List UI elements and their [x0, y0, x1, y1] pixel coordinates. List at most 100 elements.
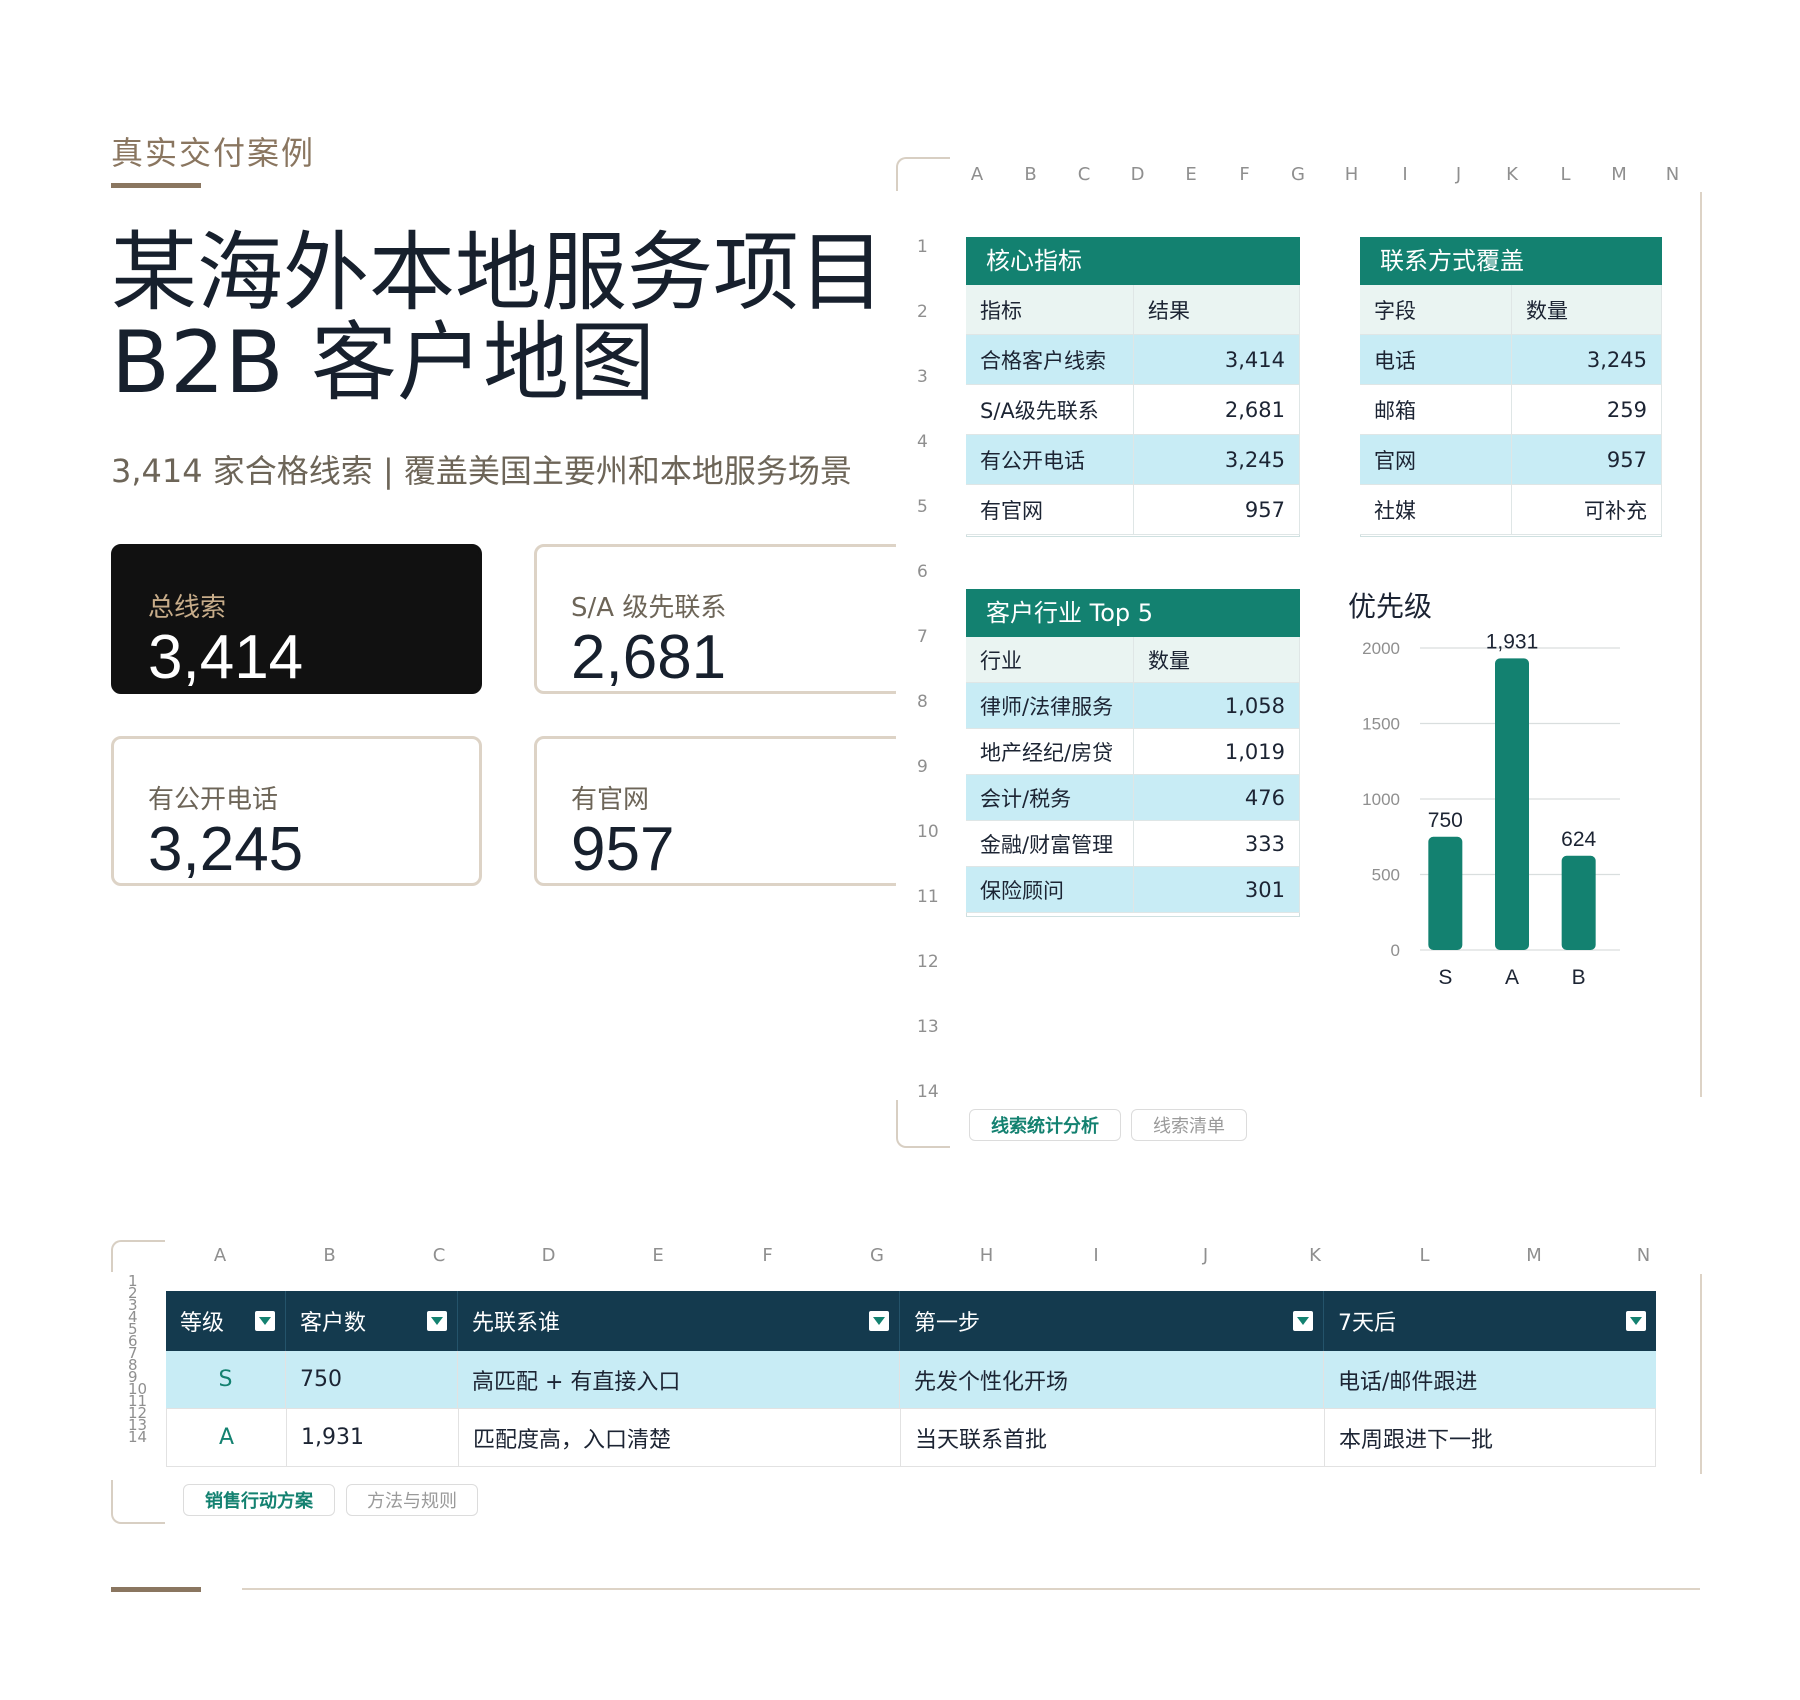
sheet1-frame-right-edge: [1700, 192, 1702, 1097]
row-label: 有公开电话: [966, 435, 1134, 484]
row-label: 会计/税务: [966, 775, 1134, 820]
priority-bar-chart: 2000 1500 1000 500 0 750 S 1,931 A 624 B: [1362, 630, 1620, 989]
contact-coverage-header-row: 字段 数量: [1360, 285, 1662, 335]
core-metrics-title: 核心指标: [966, 237, 1300, 285]
table-row: 电话 3,245: [1360, 335, 1662, 385]
table-row: A 1,931 匹配度高，入口清楚 当天联系首批 本周跟进下一批: [166, 1409, 1656, 1467]
table-row: S/A级先联系 2,681: [966, 385, 1300, 435]
core-metrics-header-row: 指标 结果: [966, 285, 1300, 335]
table-row: 保险顾问 301: [966, 867, 1300, 913]
row-label: 合格客户线索: [966, 335, 1134, 384]
row-number: 6: [917, 562, 928, 582]
column-letter: N: [1665, 164, 1680, 185]
sheet2-frame-bottom-corner: [111, 1480, 165, 1524]
filter-dropdown-icon[interactable]: [1293, 1311, 1313, 1331]
filter-dropdown-icon[interactable]: [427, 1311, 447, 1331]
row-number: 10: [917, 822, 939, 842]
row-number: 14: [917, 1082, 939, 1102]
cell-level: S: [166, 1351, 286, 1408]
row-value: 476: [1134, 775, 1300, 820]
cell-who-first: 匹配度高，入口清楚: [459, 1409, 901, 1466]
col-header-who-first: 先联系谁: [458, 1291, 900, 1351]
sheet-tab-lead-stats[interactable]: 线索统计分析: [969, 1109, 1121, 1141]
row-label: 电话: [1360, 335, 1512, 384]
row-label: 社媒: [1360, 485, 1512, 534]
row-value: 1,019: [1134, 729, 1300, 774]
column-letter: N: [1636, 1245, 1651, 1266]
y-tick-label: 1500: [1362, 715, 1400, 734]
header-label: 客户数: [300, 1311, 367, 1336]
cell-after-7-days: 电话/邮件跟进: [1338, 1369, 1478, 1395]
header-cell: 结果: [1134, 285, 1300, 334]
row-number: 13: [917, 1017, 939, 1037]
header-label: 等级: [180, 1311, 225, 1336]
row-label: 有官网: [966, 485, 1134, 534]
column-letter: C: [432, 1245, 446, 1266]
header-cell: 字段: [1360, 285, 1512, 334]
filter-dropdown-icon[interactable]: [255, 1311, 275, 1331]
row-number: 4: [917, 432, 928, 452]
bar-value-label: 1,931: [1486, 630, 1539, 653]
row-value: 3,414: [1134, 335, 1300, 384]
column-letter: I: [1402, 164, 1408, 185]
sheet-tab-method-rules[interactable]: 方法与规则: [346, 1484, 478, 1516]
column-letter: D: [1130, 164, 1145, 185]
filter-dropdown-icon[interactable]: [869, 1311, 889, 1331]
sheet2-column-headers: A B C D E F G H I J K L M N: [0, 1245, 1800, 1269]
cell-after-7-days: 本周跟进下一批: [1339, 1427, 1494, 1453]
column-letter: G: [1291, 164, 1305, 185]
column-letter: M: [1526, 1245, 1542, 1266]
row-number: 5: [917, 497, 928, 517]
header-cell: 指标: [966, 285, 1134, 334]
contact-coverage-title: 联系方式覆盖: [1360, 237, 1662, 285]
header-cell: 数量: [1134, 637, 1300, 682]
row-label: 官网: [1360, 435, 1512, 484]
row-number: 9: [917, 757, 928, 777]
filter-dropdown-icon[interactable]: [1626, 1311, 1646, 1331]
chart-title: 优先级: [1348, 590, 1433, 623]
cell-count: 750: [286, 1351, 458, 1408]
x-category-label: S: [1438, 966, 1452, 989]
column-letter: K: [1506, 164, 1518, 185]
table-row: 有官网 957: [966, 485, 1300, 535]
column-letter: G: [870, 1245, 884, 1266]
column-letter: D: [541, 1245, 556, 1266]
row-label: 地产经纪/房贷: [966, 729, 1134, 774]
y-tick-label: 2000: [1362, 639, 1400, 658]
sheet2-frame-right-edge: [1700, 1274, 1702, 1474]
header-label: 先联系谁: [472, 1311, 561, 1336]
cell-count: 1,931: [287, 1409, 459, 1466]
header-label: 第一步: [914, 1311, 981, 1336]
bar-S: [1428, 836, 1463, 950]
row-number: 11: [917, 887, 939, 907]
bar-A: [1495, 658, 1529, 950]
column-letter: H: [979, 1245, 994, 1266]
sheet-tab-lead-list[interactable]: 线索清单: [1131, 1109, 1247, 1141]
bar-B: [1561, 855, 1596, 950]
row-value: 333: [1134, 821, 1300, 866]
header-label: 7天后: [1338, 1311, 1396, 1336]
col-header-after-7-days: 7天后: [1324, 1291, 1656, 1351]
row-label: 保险顾问: [966, 867, 1134, 912]
column-letter: E: [1185, 164, 1197, 185]
row-label: 律师/法律服务: [966, 683, 1134, 728]
col-header-level: 等级: [166, 1291, 286, 1351]
row-number: 1: [917, 237, 928, 257]
header-cell: 行业: [966, 637, 1134, 682]
row-value: 259: [1512, 385, 1662, 434]
column-letter: F: [762, 1245, 773, 1266]
footer-divider: [242, 1588, 1700, 1590]
column-letter: L: [1560, 164, 1571, 185]
column-letter: I: [1093, 1245, 1099, 1266]
table-row: 律师/法律服务 1,058: [966, 683, 1300, 729]
row-value: 2,681: [1134, 385, 1300, 434]
row-label: 邮箱: [1360, 385, 1512, 434]
row-label: S/A级先联系: [966, 385, 1134, 434]
table-row: 社媒 可补充: [1360, 485, 1662, 535]
bar-value-label: 750: [1428, 809, 1463, 832]
row-value: 3,245: [1134, 435, 1300, 484]
row-number: 14: [128, 1428, 148, 1446]
sheet-tab-sales-plan[interactable]: 销售行动方案: [183, 1484, 335, 1516]
row-number: 12: [917, 952, 939, 972]
column-letter: B: [1024, 164, 1037, 185]
